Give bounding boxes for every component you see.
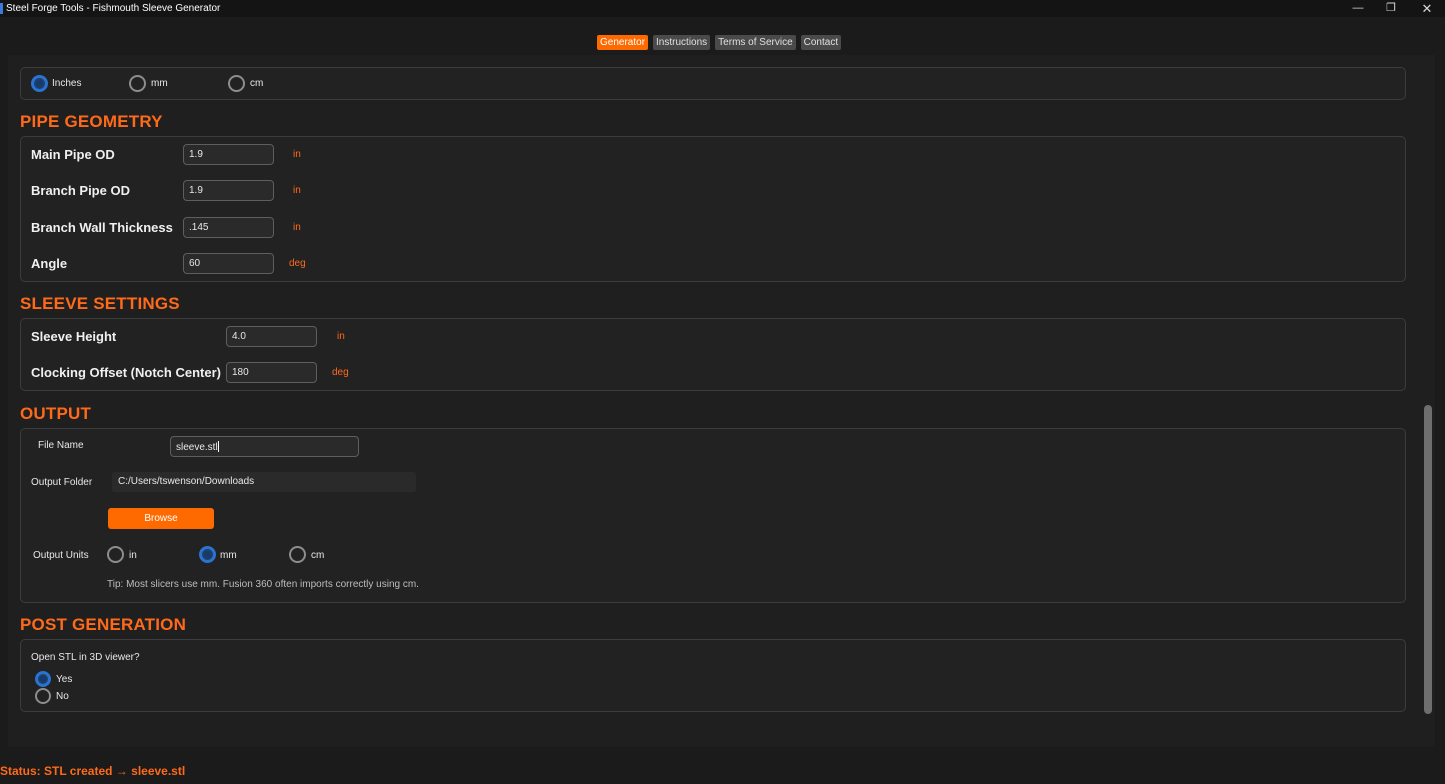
angle-unit: deg bbox=[289, 258, 306, 269]
radio-output-mm[interactable] bbox=[199, 546, 216, 563]
open-viewer-question: Open STL in 3D viewer? bbox=[31, 652, 140, 663]
radio-open-yes-label: Yes bbox=[56, 674, 73, 685]
window-title: Steel Forge Tools - Fishmouth Sleeve Gen… bbox=[6, 3, 221, 14]
file-name-label: File Name bbox=[38, 440, 84, 451]
clocking-offset-label: Clocking Offset (Notch Center) bbox=[31, 365, 221, 380]
radio-inches[interactable] bbox=[31, 75, 48, 92]
restore-icon[interactable]: ❐ bbox=[1376, 0, 1406, 17]
text-cursor bbox=[217, 441, 219, 452]
branch-pipe-od-unit: in bbox=[293, 185, 301, 196]
browse-button[interactable]: Browse bbox=[108, 508, 214, 529]
status-text: Status: STL created → sleeve.stl bbox=[0, 764, 186, 778]
output-tip: Tip: Most slicers use mm. Fusion 360 oft… bbox=[107, 579, 419, 590]
title-bar: Steel Forge Tools - Fishmouth Sleeve Gen… bbox=[0, 0, 1445, 17]
tab-bar: Generator Instructions Terms of Service … bbox=[597, 35, 842, 50]
vertical-scrollbar[interactable] bbox=[1424, 405, 1432, 714]
radio-output-in-label: in bbox=[129, 550, 137, 561]
angle-input[interactable]: 60 bbox=[183, 253, 274, 274]
radio-output-in[interactable] bbox=[107, 546, 124, 563]
sleeve-height-label: Sleeve Height bbox=[31, 329, 117, 344]
radio-mm-label: mm bbox=[151, 78, 168, 89]
angle-label: Angle bbox=[31, 256, 68, 271]
output-folder-value: C:/Users/tswenson/Downloads bbox=[112, 472, 416, 492]
post-generation-heading: POST GENERATION bbox=[20, 615, 187, 634]
post-generation-group bbox=[20, 639, 1406, 712]
radio-cm-label: cm bbox=[250, 78, 264, 89]
radio-cm[interactable] bbox=[228, 75, 245, 92]
file-name-value: sleeve.stl bbox=[176, 442, 218, 453]
clocking-offset-input[interactable]: 180 bbox=[226, 362, 317, 383]
pipe-geometry-heading: PIPE GEOMETRY bbox=[20, 112, 163, 131]
radio-open-yes[interactable] bbox=[35, 671, 51, 687]
branch-wall-thickness-unit: in bbox=[293, 222, 301, 233]
close-icon[interactable]: ✕ bbox=[1412, 0, 1442, 17]
app-icon bbox=[0, 3, 3, 14]
radio-open-no[interactable] bbox=[35, 688, 51, 704]
minimize-icon[interactable]: — bbox=[1343, 0, 1373, 17]
sleeve-height-unit: in bbox=[337, 331, 345, 342]
tab-contact[interactable]: Contact bbox=[800, 35, 842, 50]
tab-instructions[interactable]: Instructions bbox=[653, 35, 711, 50]
main-pipe-od-input[interactable]: 1.9 bbox=[183, 144, 274, 165]
radio-mm[interactable] bbox=[129, 75, 146, 92]
branch-pipe-od-label: Branch Pipe OD bbox=[31, 183, 130, 198]
main-pipe-od-label: Main Pipe OD bbox=[31, 147, 115, 162]
output-units-label: Output Units bbox=[33, 550, 89, 561]
tab-generator[interactable]: Generator bbox=[597, 35, 649, 50]
branch-wall-thickness-input[interactable]: .145 bbox=[183, 217, 274, 238]
sleeve-settings-heading: SLEEVE SETTINGS bbox=[20, 294, 180, 313]
output-folder-label: Output Folder bbox=[31, 477, 93, 488]
radio-output-cm-label: cm bbox=[311, 550, 325, 561]
branch-pipe-od-input[interactable]: 1.9 bbox=[183, 180, 274, 201]
radio-output-mm-label: mm bbox=[220, 550, 237, 561]
file-name-input[interactable]: sleeve.stl bbox=[170, 436, 359, 457]
sleeve-height-input[interactable]: 4.0 bbox=[226, 326, 317, 347]
output-heading: OUTPUT bbox=[20, 404, 92, 423]
clocking-offset-unit: deg bbox=[332, 367, 349, 378]
branch-wall-thickness-label: Branch Wall Thickness bbox=[31, 220, 173, 235]
radio-open-no-label: No bbox=[56, 691, 69, 702]
tab-terms-of-service[interactable]: Terms of Service bbox=[715, 35, 796, 50]
radio-inches-label: Inches bbox=[52, 78, 82, 89]
radio-output-cm[interactable] bbox=[289, 546, 306, 563]
main-pipe-od-unit: in bbox=[293, 149, 301, 160]
